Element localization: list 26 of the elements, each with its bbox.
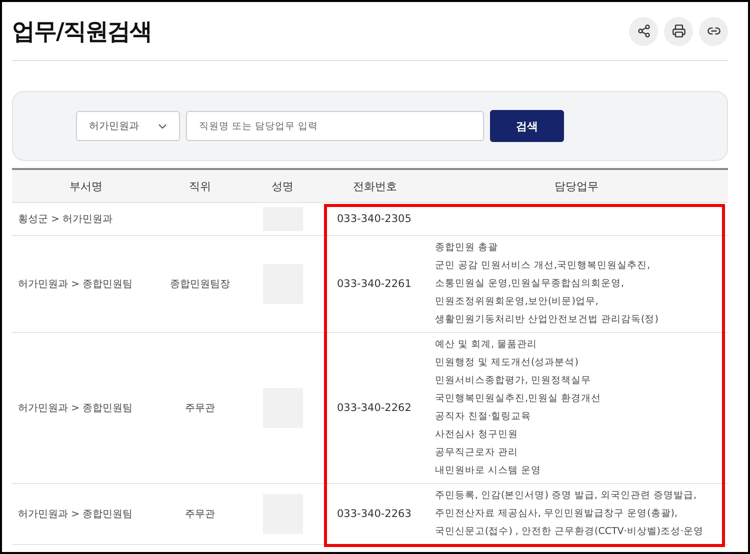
column-header: 부서명 [68, 178, 104, 194]
table-cell-text: 허가민원과 > 종합민원팀 [17, 508, 134, 521]
column-header: 성명 [270, 178, 294, 194]
duties-text: 종합민원 총괄 군민 공감 민원서비스 개선,국민행복민원실추진, 소통민원실 운영,민원실무종합심의회운영, 민원조정위원회운영,보안(비문)업무, 생활민원기동처리반 산업안전보건법 관리감독(정) [434, 241, 660, 327]
phone-number: 033-340-2263 [336, 508, 412, 520]
share-icon[interactable] [629, 16, 658, 46]
page-title: 업무/직원검색 [12, 18, 152, 46]
link-icon[interactable] [699, 16, 728, 46]
department-select[interactable]: 허가민원과 [76, 111, 180, 141]
table-cell-text: 횡성군 > 허가민원과 [17, 213, 114, 226]
table-cell-text: 종합민원팀장 [169, 278, 231, 291]
duties-text: 주민등록, 인감(본인서명) 증명 발급, 외국인관련 증명발급, 주민전산자료 제공심사, 무인민원발급창구 운영(총괄), 국민신문고(접수) , 안전한 근무환경(CCTV·비상벨)조성·운영 [434, 489, 705, 539]
phone-number: 033-340-2261 [336, 278, 412, 290]
search-field[interactable]: 직원명 또는 담당업무 입력 [186, 111, 484, 141]
table-cell-text: 주무관 [184, 508, 216, 521]
phone-number: 033-340-2262 [336, 402, 412, 414]
table-cell-text: 허가민원과 > 종합민원팀 [17, 402, 134, 415]
print-icon[interactable] [664, 16, 693, 46]
duties-text: 예산 및 회계, 물품관리 민원행정 및 제도개선(성과분석) 민원서비스종합평가, 민원정책실무 국민행복민원실추진,민원실 환경개선 공직자 친절·힐링교육 사전심사 청구민원 공무직근로자 관리 내민원바로 시스템 운영 [434, 338, 602, 478]
phone-number: 033-340-2305 [336, 213, 412, 225]
search-button[interactable]: 검색 [490, 110, 564, 142]
table-cell-text: 허가민원과 > 종합민원팀 [17, 278, 134, 291]
column-header: 직위 [188, 178, 212, 194]
column-header: 전화번호 [352, 178, 398, 194]
column-header: 담당업무 [554, 178, 600, 194]
table-cell-text: 주무관 [184, 402, 216, 415]
